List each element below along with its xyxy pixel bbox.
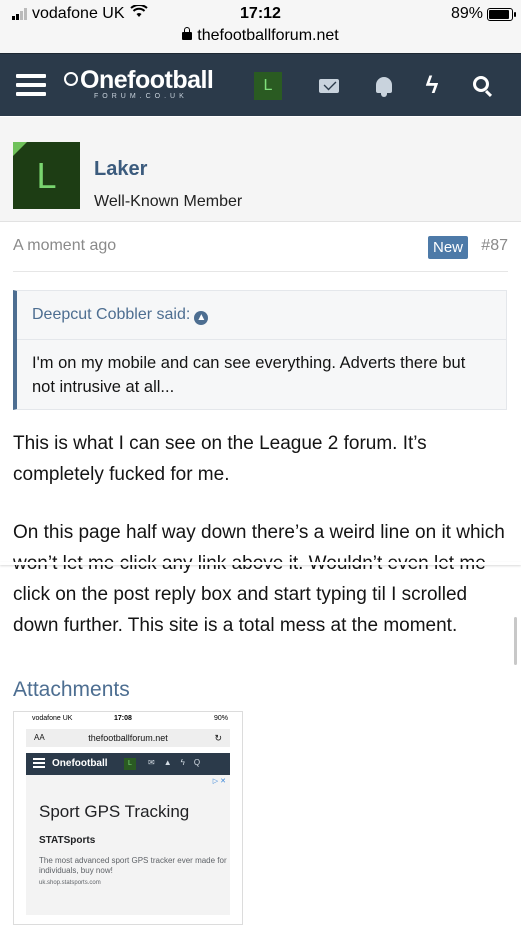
arrow-up-circle-icon[interactable]: ▲ [194,311,209,325]
thumb-ad-brand: STATSports [39,835,96,846]
scrollbar[interactable] [514,617,517,665]
thumb-navbar: Onefootball L ✉▲ϟQ [26,753,230,775]
battery-icon [487,7,516,21]
thumb-ad-url: uk.shop.statsports.com [39,880,101,886]
thumb-time: 17:08 [114,715,132,722]
thumb-url: thefootballforum.net [88,733,168,743]
attachments-heading: Attachments [13,678,130,701]
battery-percent: 89% [450,5,483,22]
post-paragraph: On this page half way down there’s a wei… [13,522,505,636]
user-title: Well-Known Member [94,193,243,210]
account-avatar[interactable]: L [254,72,282,100]
thumb-nav-icons: ✉▲ϟQ [148,758,210,767]
search-icon[interactable] [469,75,493,97]
clock: 17:12 [240,5,281,22]
thumb-reload-icon: ↻ [214,733,222,743]
username-link[interactable]: Laker [94,158,147,181]
mail-icon[interactable] [317,75,341,97]
quote-header[interactable]: Deepcut Cobbler said: ▲ [17,291,506,340]
new-badge: New [427,236,468,259]
thumb-ad-desc: The most advanced sport GPS tracker ever… [39,856,227,875]
ios-browser-chrome: vodafone UK 17:12 89% thefootballforum.n… [0,0,521,53]
status-bar: vodafone UK 17:12 89% [0,4,521,25]
thumb-aa: AA [34,733,45,742]
thumb-url-bar: AA thefootballforum.net ↻ [26,729,230,747]
overlay-line [0,562,521,565]
thumb-avatar: L [124,758,136,770]
lock-icon [182,27,193,40]
bell-icon[interactable] [372,75,396,97]
site-navbar: Onefootball FORUM.CO.UK L ϟ [0,53,521,116]
url-bar[interactable]: thefootballforum.net [0,27,521,45]
bolt-icon[interactable]: ϟ [420,74,444,98]
site-logo[interactable]: Onefootball FORUM.CO.UK [64,66,214,100]
attachment-thumbnail[interactable]: vodafone UK 17:08 90% AA thefootballforu… [13,711,243,925]
thumb-status-bar: vodafone UK 17:08 90% [14,715,242,727]
thumb-carrier: vodafone UK [32,715,73,722]
url-text: thefootballforum.net [197,27,339,44]
quote-text: I'm on my mobile and can see everything.… [32,354,466,396]
thumb-menu-icon [33,758,45,768]
user-avatar[interactable]: L [13,142,80,209]
thumb-ad: ▷ ✕ Sport GPS Tracking STATSports The mo… [26,775,230,915]
thumb-ad-marker: ▷ ✕ [212,778,226,785]
post-time[interactable]: A moment ago [13,237,116,255]
post-number[interactable]: #87 [481,237,508,255]
quote-author[interactable]: Deepcut Cobbler said: [32,306,190,323]
post-meta: A moment ago New #87 [13,222,508,272]
thumb-ad-title: Sport GPS Tracking [39,802,190,821]
football-icon [64,72,78,86]
thumb-battery: 90% [213,715,228,722]
post-body: This is what I can see on the League 2 f… [13,428,513,668]
post-paragraph: This is what I can see on the League 2 f… [13,433,427,485]
post-user-block: L Laker Well-Known Member [0,117,521,222]
thumb-logo: Onefootball [52,758,108,769]
quote-block: Deepcut Cobbler said: ▲ I'm on my mobile … [13,290,507,410]
menu-icon[interactable] [16,74,46,96]
